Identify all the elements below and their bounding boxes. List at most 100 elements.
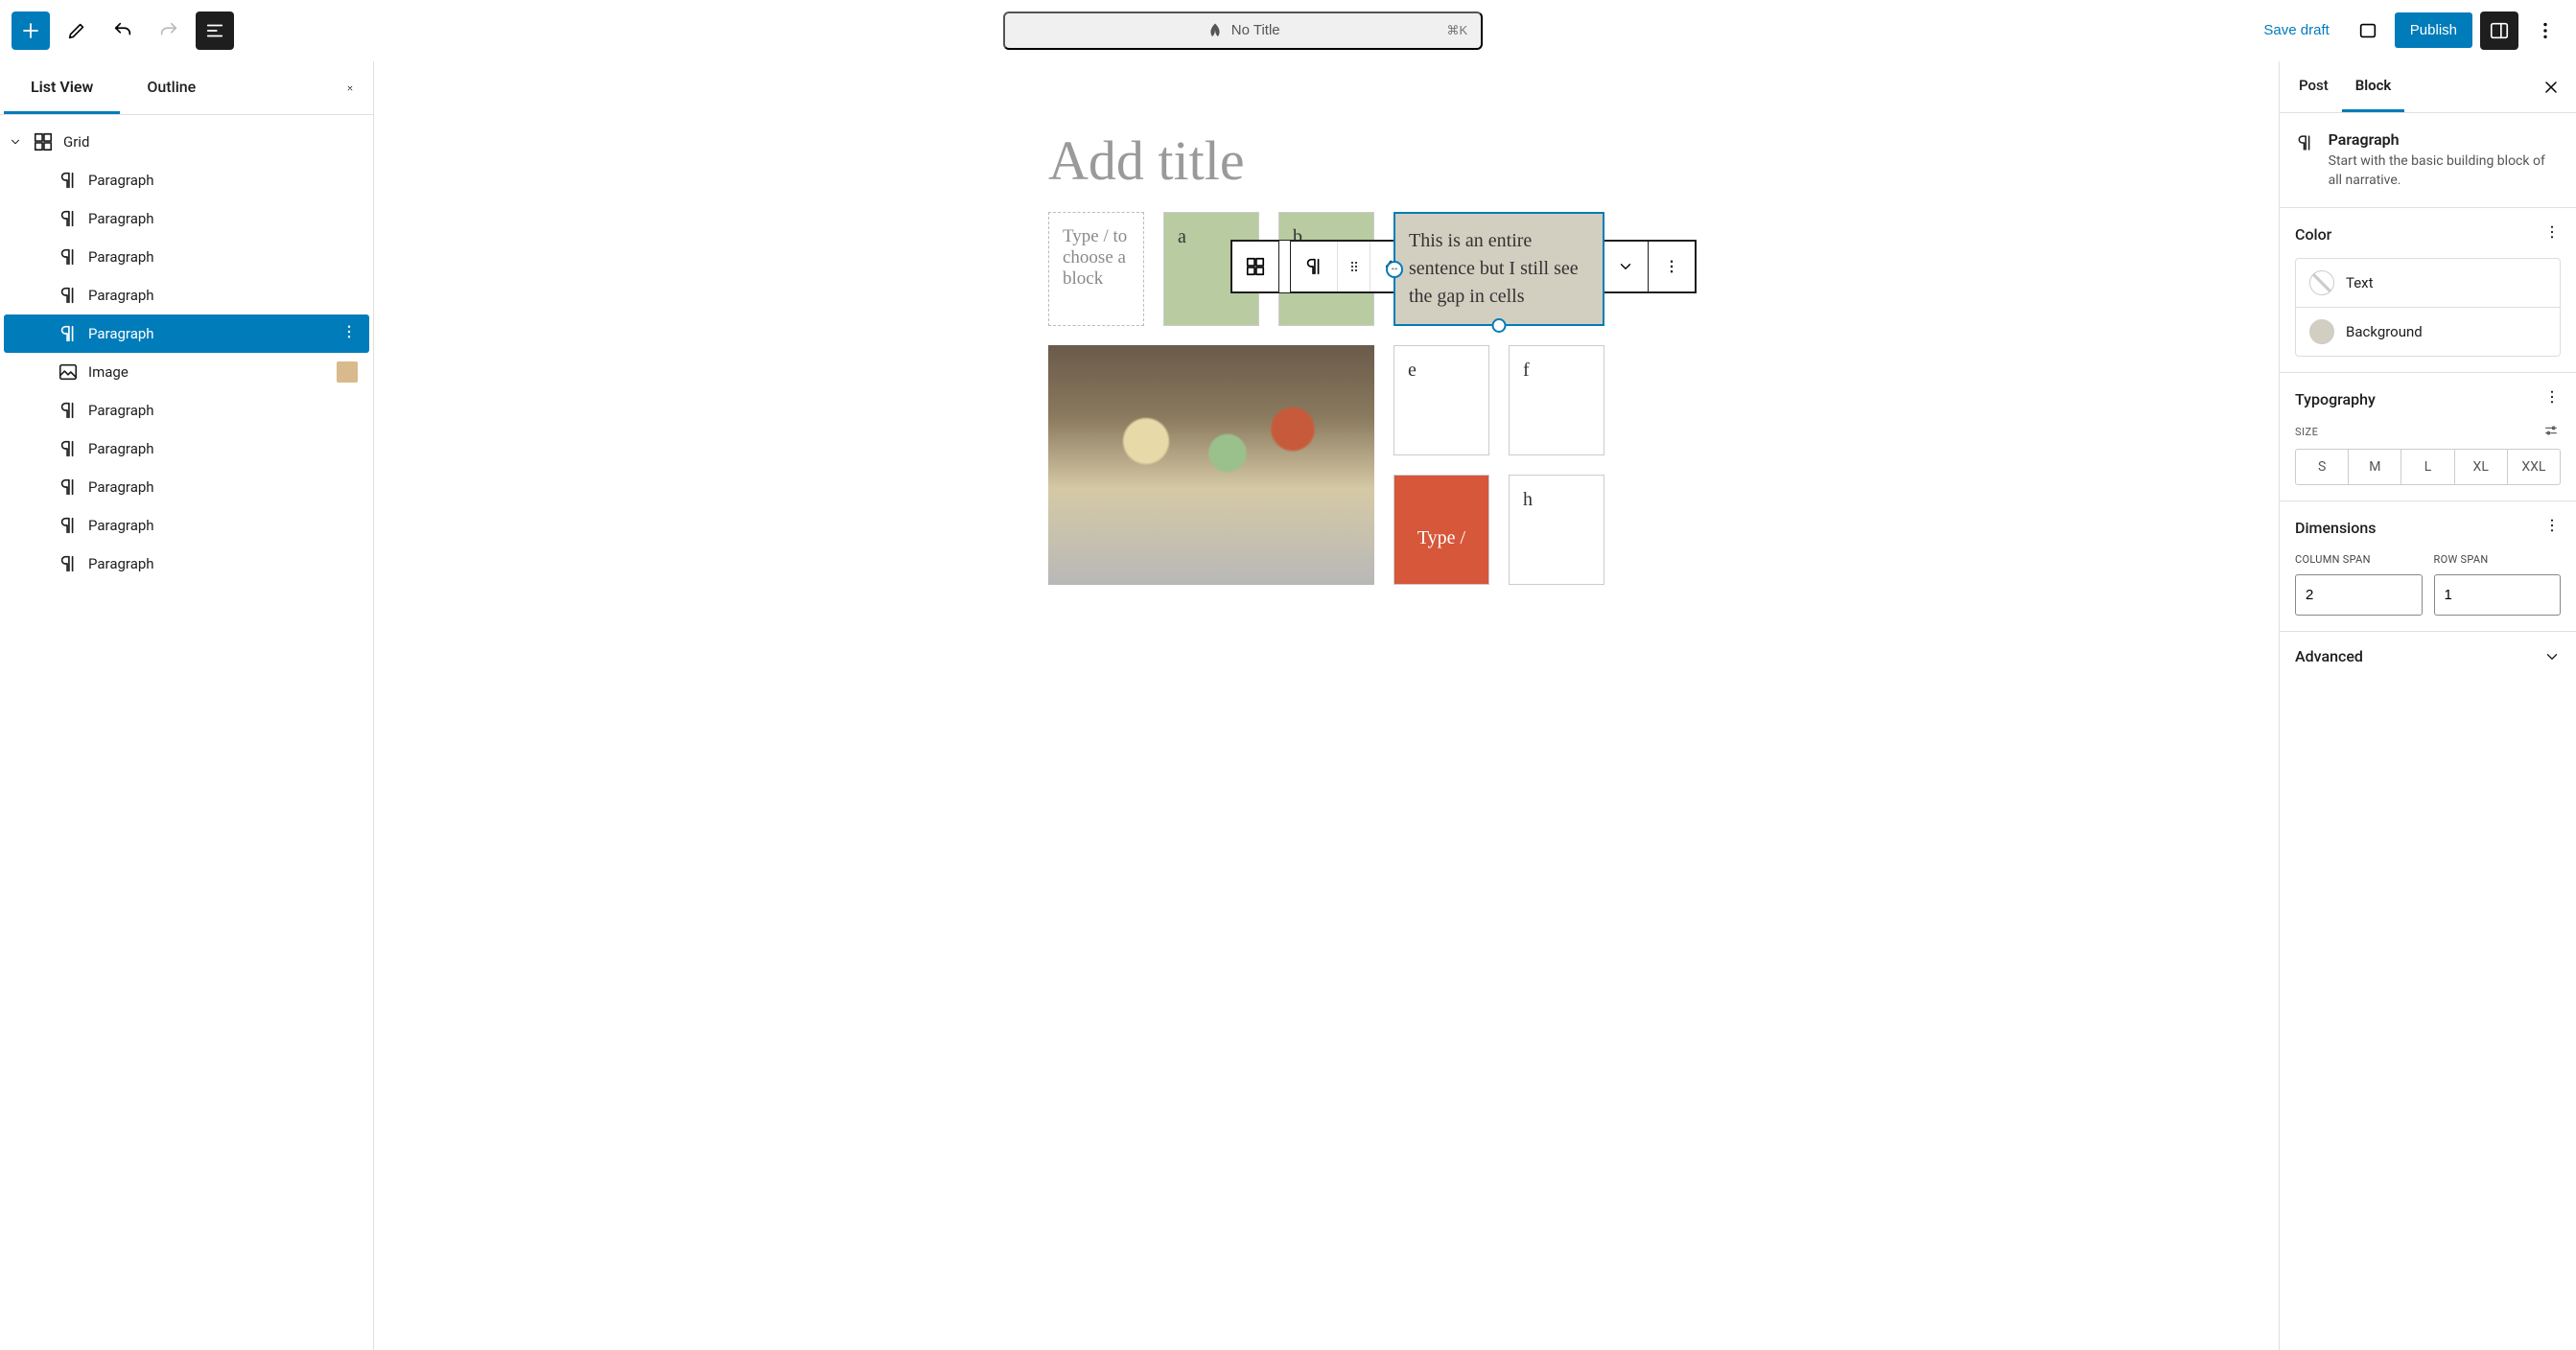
tree-item-grid[interactable]: Grid [4, 123, 369, 161]
tab-outline[interactable]: Outline [120, 62, 222, 114]
background-color-button[interactable]: Background [2296, 308, 2560, 356]
color-label: Background [2346, 323, 2423, 340]
grid-cell-sentence-selected[interactable]: This is an entire sentence but I still s… [1393, 212, 1604, 326]
chevron-down-icon [1617, 256, 1634, 277]
image-thumbnail [337, 361, 358, 383]
tree-label: Paragraph [88, 172, 154, 189]
size-s[interactable]: S [2296, 450, 2348, 484]
post-title-input[interactable]: Add title [1048, 128, 1604, 193]
close-icon [346, 79, 354, 98]
document-overview-button[interactable] [196, 12, 234, 50]
row-span-input[interactable] [2434, 574, 2562, 616]
resize-handle-bottom[interactable] [1492, 318, 1507, 333]
top-center: No Title ⌘K [234, 12, 2252, 50]
dimensions-options-button[interactable] [2543, 517, 2561, 538]
text-color-button[interactable]: Text [2296, 259, 2560, 308]
document-overview-panel: List View Outline Grid Paragraph Paragra… [0, 61, 374, 1350]
paragraph-icon [58, 323, 79, 344]
paragraph-icon [58, 246, 79, 268]
color-label: Text [2346, 274, 2374, 291]
close-icon [2541, 78, 2561, 97]
tree-item-paragraph[interactable]: Paragraph [4, 468, 369, 506]
tree-item-paragraph[interactable]: Paragraph [4, 506, 369, 545]
tree-item-paragraph[interactable]: Paragraph [4, 276, 369, 314]
grid-cell-h[interactable]: h [1509, 475, 1604, 585]
cell-text: This is an entire sentence but I still s… [1409, 230, 1579, 307]
kebab-icon [1663, 256, 1680, 277]
tree-item-paragraph[interactable]: Paragraph [4, 430, 369, 468]
parent-grid-button[interactable] [1232, 242, 1278, 291]
undo-icon [112, 20, 133, 41]
redo-button[interactable] [150, 12, 188, 50]
kebab-icon [2535, 20, 2556, 41]
grid-cell-image[interactable] [1048, 345, 1374, 585]
tab-post[interactable]: Post [2285, 61, 2342, 112]
top-left-group [12, 12, 234, 50]
pencil-icon [66, 20, 87, 41]
column-span-input[interactable] [2295, 574, 2423, 616]
typography-options-button[interactable] [2543, 388, 2561, 409]
drag-handle[interactable] [1337, 242, 1370, 291]
size-xl[interactable]: XL [2454, 450, 2507, 484]
tree-item-menu[interactable] [329, 319, 369, 348]
color-options-button[interactable] [2543, 223, 2561, 244]
tree-item-paragraph[interactable]: Paragraph [4, 238, 369, 276]
paragraph-icon [58, 170, 79, 191]
grid-icon [33, 131, 54, 152]
close-overview-button[interactable] [331, 69, 369, 107]
close-settings-button[interactable] [2532, 68, 2570, 106]
paragraph-icon [58, 515, 79, 536]
caret-icon[interactable] [8, 135, 23, 149]
undo-button[interactable] [104, 12, 142, 50]
row-span-label: ROW SPAN [2434, 553, 2489, 566]
main-area: List View Outline Grid Paragraph Paragra… [0, 61, 2576, 1350]
top-toolbar: No Title ⌘K Save draft Publish [0, 0, 2576, 61]
grid-cell-f[interactable]: f [1509, 345, 1604, 455]
edit-mode-button[interactable] [58, 12, 96, 50]
block-type-button[interactable] [1291, 242, 1337, 291]
grid-cell-placeholder[interactable]: Type / to choose a block [1048, 212, 1144, 326]
advanced-label: Advanced [2295, 647, 2363, 665]
more-options-button[interactable] [2526, 12, 2564, 50]
custom-size-toggle[interactable] [2541, 423, 2561, 441]
save-draft-button[interactable]: Save draft [2252, 14, 2340, 46]
tree-item-paragraph[interactable]: Paragraph [4, 199, 369, 238]
add-block-button[interactable] [12, 12, 50, 50]
tree-label: Paragraph [88, 555, 154, 572]
grid-cell-orange-placeholder[interactable]: Type / [1393, 475, 1489, 585]
preview-button[interactable] [2349, 12, 2387, 50]
document-title-bar[interactable]: No Title ⌘K [1003, 12, 1483, 50]
overview-tabs: List View Outline [0, 61, 373, 115]
block-info: Paragraph Start with the basic building … [2280, 113, 2576, 207]
settings-panel-toggle[interactable] [2480, 12, 2518, 50]
tree-item-paragraph-selected[interactable]: Paragraph [4, 314, 369, 353]
grid-cell-e[interactable]: e [1393, 345, 1489, 455]
block-tree: Grid Paragraph Paragraph Paragraph Parag… [0, 115, 373, 591]
tree-label: Paragraph [88, 440, 154, 457]
keyboard-shortcut: ⌘K [1447, 23, 1468, 38]
tree-item-paragraph[interactable]: Paragraph [4, 391, 369, 430]
editor-canvas[interactable]: Add title Type / [374, 61, 2279, 1350]
redo-icon [158, 20, 179, 41]
block-options-button[interactable] [1649, 242, 1695, 291]
tree-item-image[interactable]: Image [4, 353, 369, 391]
size-xxl[interactable]: XXL [2507, 450, 2560, 484]
kebab-icon [2543, 223, 2561, 241]
chevron-down-icon [2543, 648, 2561, 665]
more-format-button[interactable] [1602, 242, 1648, 291]
plus-icon [19, 19, 42, 42]
tree-item-paragraph[interactable]: Paragraph [4, 545, 369, 583]
doc-title: No Title [1231, 22, 1280, 38]
list-collapse-icon [204, 20, 225, 41]
color-section: Color Text Background [2280, 207, 2576, 372]
publish-button[interactable]: Publish [2395, 12, 2472, 48]
size-l[interactable]: L [2400, 450, 2453, 484]
resize-handle-left[interactable]: ↔ [1386, 261, 1403, 278]
section-title: Typography [2295, 390, 2376, 408]
advanced-section-toggle[interactable]: Advanced [2280, 631, 2576, 681]
tab-block[interactable]: Block [2342, 61, 2405, 112]
tab-list-view[interactable]: List View [4, 62, 120, 114]
size-m[interactable]: M [2348, 450, 2400, 484]
section-title: Color [2295, 225, 2331, 244]
tree-item-paragraph[interactable]: Paragraph [4, 161, 369, 199]
